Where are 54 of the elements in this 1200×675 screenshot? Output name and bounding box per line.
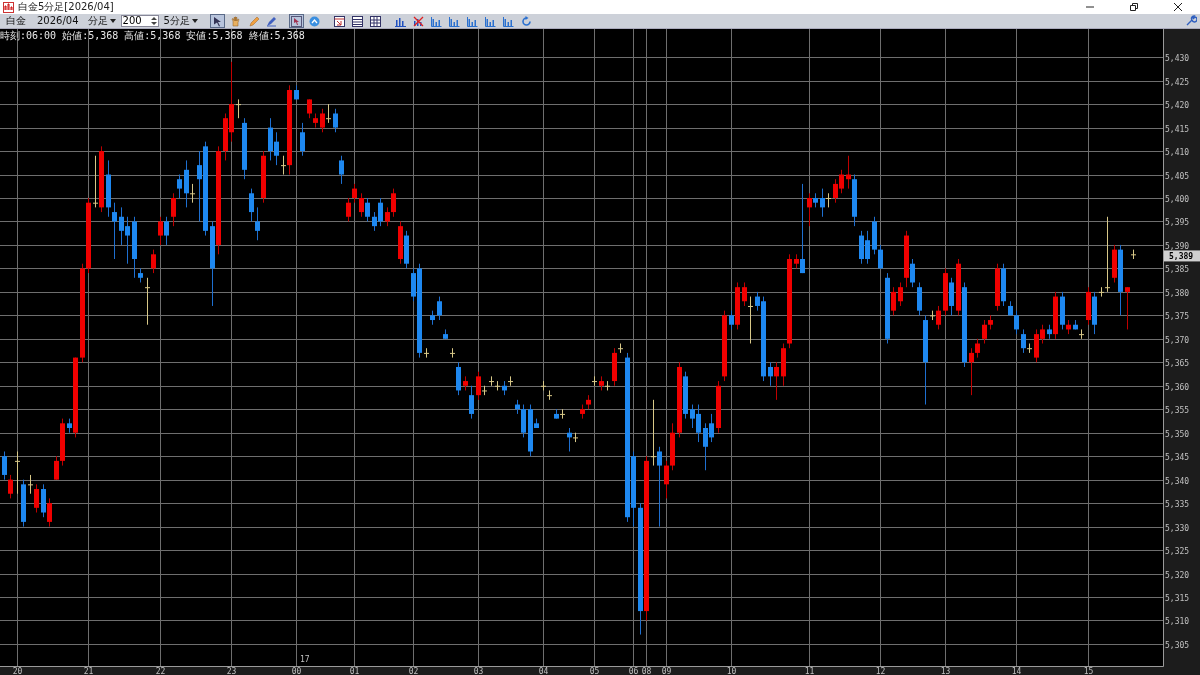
ohlc-info-text: 時刻:06:00 始値:5,368 高値:5,368 安値:5,368 終値:5,368 <box>0 30 305 41</box>
axis-label: 10 <box>726 667 737 675</box>
axis-label: 5,365 <box>1165 358 1190 368</box>
axis-label: 02 <box>408 667 419 675</box>
symbol-label: 白金 <box>5 14 27 28</box>
unit-dropdown[interactable]: 分足 <box>85 14 118 28</box>
axis-label: 5,420 <box>1165 100 1190 110</box>
axis-label: 08 <box>641 667 652 675</box>
axis-label: 03 <box>473 667 484 675</box>
axis-label: 5,330 <box>1165 523 1190 533</box>
axis-label: 5,355 <box>1165 405 1190 415</box>
axis-label: 22 <box>155 667 166 675</box>
axis-label: 5,400 <box>1165 194 1190 204</box>
axis-label: 11 <box>804 667 815 675</box>
axis-label: 5,425 <box>1165 77 1190 87</box>
axis-label: 5,395 <box>1165 217 1190 227</box>
axis-label: 05 <box>589 667 600 675</box>
axis-label: 5,370 <box>1165 335 1190 345</box>
axis-label: 14 <box>1011 667 1022 675</box>
axis-label: 5,390 <box>1165 241 1190 251</box>
axis-label: 5,345 <box>1165 452 1190 462</box>
axis-label: 5,415 <box>1165 124 1190 134</box>
axis-label: 5,430 <box>1165 53 1190 63</box>
axis-label: 5,315 <box>1165 593 1190 603</box>
axis-label: 20 <box>12 667 23 675</box>
axis-label: 12 <box>875 667 886 675</box>
axis-label: 06 <box>628 667 639 675</box>
month-label: 2026/04 <box>36 14 80 28</box>
axis-label: 5,360 <box>1165 382 1190 392</box>
axis-label: 5,310 <box>1165 616 1190 626</box>
axis-label: 5,405 <box>1165 171 1190 181</box>
axis-label: 00 <box>291 667 302 675</box>
axis-label: 5,305 <box>1165 640 1190 650</box>
axis-label: 09 <box>661 667 672 675</box>
period-dropdown[interactable]: 5分足 <box>161 14 200 28</box>
axis-label: 5,340 <box>1165 476 1190 486</box>
axis-label: 5,410 <box>1165 147 1190 157</box>
last-price-marker: 5,389 <box>1164 250 1200 262</box>
count-spinner[interactable]: 200 <box>120 15 159 27</box>
axis-label: 23 <box>226 667 237 675</box>
axis-label: 5,375 <box>1165 311 1190 321</box>
date-label: 17 <box>300 655 310 664</box>
axis-label: 5,380 <box>1165 288 1190 298</box>
axis-label: 13 <box>940 667 951 675</box>
axis-label: 01 <box>349 667 360 675</box>
axis-label: 5,335 <box>1165 499 1190 509</box>
axis-label: 5,320 <box>1165 570 1190 580</box>
axis-label: 21 <box>83 667 94 675</box>
axis-label: 04 <box>538 667 549 675</box>
window-title: 白金5分足[2026/04] <box>18 0 114 14</box>
axis-label: 5,350 <box>1165 429 1190 439</box>
axis-label: 5,325 <box>1165 546 1190 556</box>
axis-label: 15 <box>1083 667 1094 675</box>
axis-label: 5,385 <box>1165 264 1190 274</box>
